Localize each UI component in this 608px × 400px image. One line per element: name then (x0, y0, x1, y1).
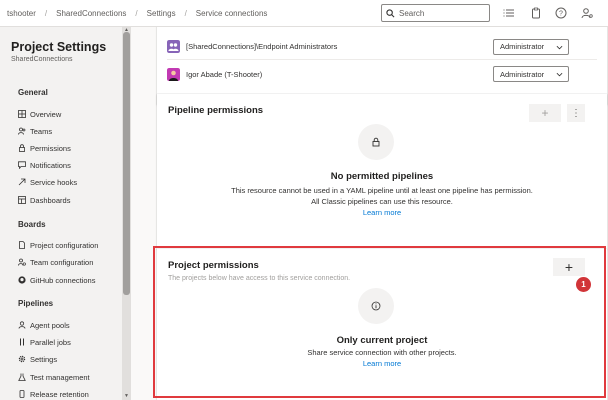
sidebar-item-label: Agent pools (30, 320, 70, 330)
overview-icon (18, 110, 26, 118)
sidebar-item-label: Permissions (30, 143, 71, 153)
chevron-down-icon (556, 45, 563, 49)
help-icon[interactable]: ? (555, 7, 567, 19)
annotation-badge: 1 (576, 277, 591, 292)
group-avatar-icon (167, 40, 180, 53)
sidebar-scrollbar[interactable]: ▲ ▼ (122, 27, 130, 400)
section-general: General (18, 88, 48, 97)
sidebar-item-test-management[interactable]: Test management (18, 370, 90, 384)
search-icon (386, 8, 395, 17)
lock-icon (372, 137, 380, 147)
lock-icon (19, 144, 25, 152)
more-options-icon: ⋮ (571, 107, 581, 119)
sidebar-item-parallel-jobs[interactable]: Parallel jobs (18, 335, 71, 349)
sidebar-item-github-connections[interactable]: GitHub connections (18, 273, 95, 287)
role-value: Administrator (500, 69, 545, 79)
role-dropdown[interactable]: Administrator (493, 66, 569, 82)
section-pipelines: Pipelines (18, 299, 54, 308)
doc-icon (19, 241, 25, 249)
sidebar-scroll-thumb[interactable] (123, 32, 130, 295)
sidebar-subtitle: SharedConnections (11, 56, 73, 63)
search-input[interactable] (399, 8, 484, 18)
sidebar-item-label: Parallel jobs (30, 337, 71, 347)
sidebar: Project Settings SharedConnections Gener… (0, 27, 131, 400)
chat-icon (18, 161, 26, 169)
list-icon[interactable] (503, 7, 515, 19)
breadcrumb-project[interactable]: SharedConnections (56, 9, 126, 18)
add-pipeline-button[interactable]: + (529, 104, 561, 122)
sidebar-item-label: Settings (30, 354, 58, 364)
more-options-button[interactable]: ⋮ (567, 104, 585, 122)
sidebar-item-dashboards[interactable]: Dashboards (18, 193, 70, 207)
hook-icon (18, 178, 26, 186)
teams-icon (18, 127, 26, 135)
team-config-icon (18, 258, 26, 266)
sidebar-item-label: Notifications (30, 160, 71, 170)
no-pipelines-title: No permitted pipelines (330, 171, 434, 182)
github-icon (18, 276, 26, 284)
sidebar-item-project-configuration[interactable]: Project configuration (18, 238, 98, 252)
sidebar-item-label: GitHub connections (30, 275, 96, 285)
scroll-down-arrow[interactable]: ▼ (124, 393, 129, 399)
sidebar-item-label: Teams (30, 126, 53, 136)
role-dropdown[interactable]: Administrator (493, 38, 569, 55)
phone-icon (19, 390, 25, 398)
clipboard-icon[interactable] (530, 7, 542, 19)
user-row: Igor Abade (T-Shooter) Administrator (167, 61, 597, 87)
section-boards: Boards (18, 220, 46, 229)
breadcrumb: tshooter / SharedConnections / Settings … (7, 9, 267, 18)
sidebar-item-label: Project configuration (30, 240, 99, 250)
sidebar-item-label: Team configuration (30, 257, 94, 267)
breadcrumb-service-connections[interactable]: Service connections (196, 9, 268, 18)
parallel-icon (20, 338, 24, 346)
pipeline-permissions-card: Pipeline permissions + ⋮ No permitted pi… (157, 94, 607, 250)
pipeline-message-line1: This resource cannot be used in a YAML p… (231, 186, 533, 195)
sidebar-item-label: Dashboards (30, 195, 71, 205)
breadcrumb-separator: / (184, 9, 187, 18)
sidebar-item-label: Overview (30, 109, 62, 119)
user-row: [SharedConnections]\Endpoint Administrat… (167, 34, 597, 60)
user-name: [SharedConnections]\Endpoint Administrat… (186, 42, 338, 51)
sidebar-item-team-configuration[interactable]: Team configuration (18, 255, 93, 269)
pipeline-message-line2: All Classic pipelines can use this resou… (311, 197, 453, 206)
svg-text:?: ? (559, 11, 563, 18)
sidebar-item-agent-pools[interactable]: Agent pools (18, 318, 70, 332)
user-settings-icon[interactable] (581, 7, 593, 19)
agent-pool-icon (18, 321, 26, 329)
highlight-box (153, 246, 606, 398)
sidebar-item-notifications[interactable]: Notifications (18, 158, 71, 172)
sidebar-item-release-retention[interactable]: Release retention (18, 387, 89, 400)
sidebar-item-permissions[interactable]: Permissions (18, 141, 71, 155)
breadcrumb-separator: / (135, 9, 138, 18)
pipeline-permissions-title: Pipeline permissions (168, 105, 264, 116)
breadcrumb-org[interactable]: tshooter (7, 9, 36, 18)
breadcrumb-separator: / (44, 9, 48, 18)
test-icon (18, 373, 26, 381)
sidebar-item-label: Test management (30, 372, 90, 382)
sidebar-item-service-hooks[interactable]: Service hooks (18, 175, 77, 189)
breadcrumb-settings[interactable]: Settings (147, 9, 176, 18)
sidebar-title: Project Settings (11, 40, 107, 54)
role-value: Administrator (500, 42, 545, 51)
sidebar-item-label: Release retention (30, 389, 89, 399)
user-avatar (167, 67, 180, 81)
sidebar-item-label: Service hooks (30, 177, 78, 187)
top-bar: tshooter / SharedConnections / Settings … (0, 0, 608, 27)
search-box[interactable] (381, 4, 490, 22)
sidebar-item-overview[interactable]: Overview (18, 107, 61, 121)
add-pipeline-label: + (541, 106, 549, 120)
lock-circle (358, 124, 394, 160)
chevron-down-icon (556, 72, 563, 77)
pipeline-learn-more-link[interactable]: Learn more (157, 208, 607, 217)
sidebar-item-teams[interactable]: Teams (18, 124, 52, 138)
gear-icon (18, 355, 26, 363)
user-name: Igor Abade (T-Shooter) (186, 69, 263, 79)
dashboard-icon (18, 196, 26, 204)
sidebar-item-settings[interactable]: Settings (18, 352, 57, 366)
